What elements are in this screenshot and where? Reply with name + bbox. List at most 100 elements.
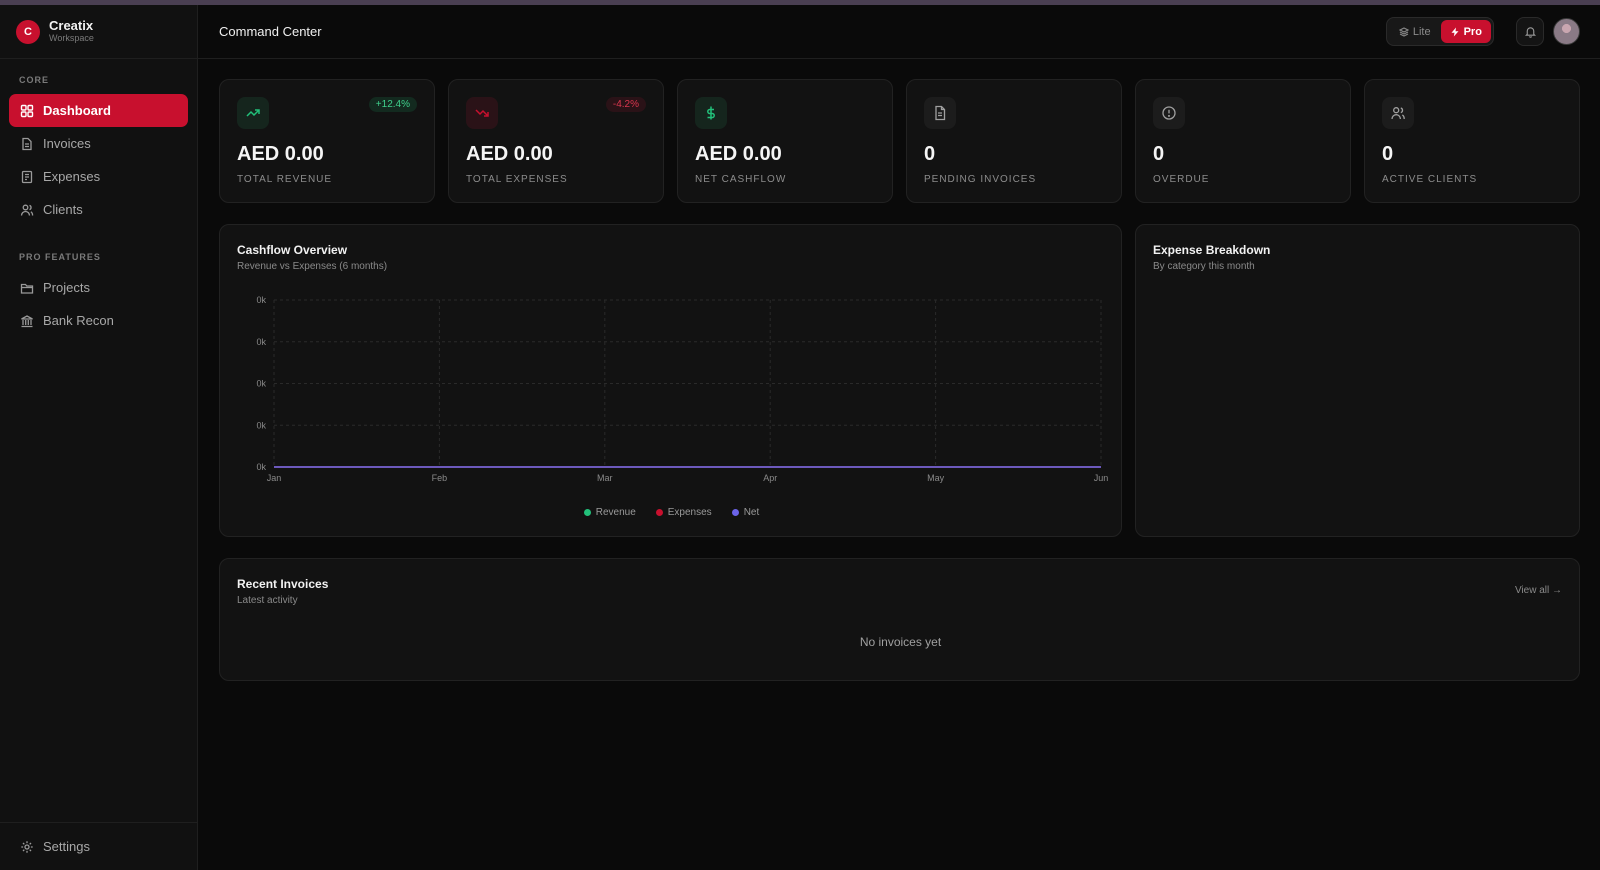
sidebar-item-settings[interactable]: Settings: [9, 830, 189, 863]
legend-label: Net: [743, 507, 760, 518]
expense-breakdown-panel: Expense Breakdown By category this month: [1135, 224, 1580, 537]
chart-legend: Revenue Expenses Net: [220, 507, 1123, 518]
page-title: Command Center: [219, 24, 322, 39]
sidebar-item-label: Clients: [43, 202, 83, 217]
sidebar-item-label: Expenses: [43, 169, 101, 184]
trending-down-icon: [466, 97, 498, 129]
legend-item-revenue[interactable]: Revenue: [583, 507, 636, 518]
brand-name: Creatix: [49, 18, 94, 33]
legend-dot: [583, 509, 591, 516]
y-tick-label: 0k: [256, 337, 266, 347]
sidebar-item-projects[interactable]: Projects: [9, 271, 188, 304]
avatar[interactable]: [1553, 18, 1580, 45]
legend-dot: [731, 509, 739, 516]
panel-subtitle: By category this month: [1153, 261, 1255, 272]
sidebar-item-label: Bank Recon: [43, 313, 114, 328]
trending-up-icon: [237, 97, 269, 129]
section-label-pro: PRO FEATURES: [19, 252, 101, 262]
legend-label: Revenue: [595, 507, 636, 518]
stat-card-total-expenses: -4.2% AED 0.00 TOTAL EXPENSES: [448, 79, 664, 203]
stat-card-net-cashflow: AED 0.00 NET CASHFLOW: [677, 79, 893, 203]
layers-icon: [1398, 26, 1409, 37]
users-icon: [1382, 97, 1414, 129]
legend-item-net[interactable]: Net: [731, 507, 760, 518]
users-icon: [20, 203, 34, 217]
brand-subtitle: Workspace: [49, 33, 94, 43]
sidebar-item-dashboard[interactable]: Dashboard: [9, 94, 188, 127]
file-icon: [924, 97, 956, 129]
panel-subtitle: Latest activity: [237, 595, 298, 606]
grid-icon: [20, 104, 34, 118]
stat-value: 0: [1382, 143, 1394, 165]
stat-card-total-revenue: +12.4% AED 0.00 TOTAL REVENUE: [219, 79, 435, 203]
x-tick-label: May: [927, 473, 945, 483]
sidebar-item-label: Settings: [43, 839, 90, 854]
stat-label: PENDING INVOICES: [924, 174, 1037, 185]
panel-title: Recent Invoices: [237, 577, 329, 591]
sidebar-item-clients[interactable]: Clients: [9, 193, 188, 226]
stat-value: AED 0.00: [466, 143, 553, 165]
brand-logo: C: [16, 19, 40, 44]
legend-item-expenses[interactable]: Expenses: [655, 507, 712, 518]
sidebar-item-label: Dashboard: [43, 103, 111, 118]
dollar-icon: [695, 97, 727, 129]
sidebar-item-label: Projects: [43, 280, 90, 295]
panel-title: Expense Breakdown: [1153, 243, 1271, 257]
bank-icon: [20, 314, 34, 328]
stat-value: AED 0.00: [695, 143, 782, 165]
sidebar: C Creatix Workspace CORE Dashboard Invoi…: [0, 5, 198, 870]
stat-card-overdue: 0 OVERDUE: [1135, 79, 1351, 203]
bell-icon: [1524, 27, 1536, 38]
cashflow-overview-panel: Cashflow Overview Revenue vs Expenses (6…: [219, 224, 1122, 537]
stat-change-badge: +12.4%: [368, 97, 417, 112]
sidebar-item-invoices[interactable]: Invoices: [9, 127, 188, 160]
sidebar-item-bank-recon[interactable]: Bank Recon: [9, 304, 188, 337]
document-icon: [20, 137, 34, 151]
x-tick-label: Mar: [597, 473, 613, 483]
stat-label: ACTIVE CLIENTS: [1382, 174, 1478, 185]
receipt-icon: [20, 170, 34, 184]
stat-value: 0: [924, 143, 936, 165]
x-tick-label: Feb: [432, 473, 448, 483]
x-tick-label: Jan: [267, 473, 282, 483]
stat-value: AED 0.00: [237, 143, 324, 165]
view-all-link[interactable]: View all →: [1515, 585, 1562, 596]
x-tick-label: Apr: [763, 473, 777, 483]
recent-invoices-panel: Recent Invoices Latest activity View all…: [219, 558, 1580, 681]
y-tick-label: 0k: [256, 462, 266, 472]
stat-label: NET CASHFLOW: [695, 174, 787, 185]
x-tick-label: Jun: [1094, 473, 1109, 483]
sidebar-item-expenses[interactable]: Expenses: [9, 160, 188, 193]
sidebar-footer: Settings: [0, 822, 198, 870]
panel-subtitle: Revenue vs Expenses (6 months): [237, 261, 388, 272]
stat-value: 0: [1153, 143, 1165, 165]
stat-label: TOTAL REVENUE: [237, 174, 333, 185]
notifications-button[interactable]: [1516, 17, 1544, 46]
legend-label: Expenses: [667, 507, 712, 518]
bolt-icon: [1451, 27, 1459, 36]
stat-label: OVERDUE: [1153, 174, 1210, 185]
stat-card-pending-invoices: 0 PENDING INVOICES: [906, 79, 1122, 203]
folder-icon: [20, 281, 34, 295]
section-label-core: CORE: [19, 75, 50, 85]
legend-dot: [655, 509, 663, 516]
mode-lite-button[interactable]: Lite: [1389, 20, 1441, 43]
cashflow-chart: 0k0k0k0k0kJan Feb Mar Apr May Jun: [256, 295, 1109, 483]
gear-icon: [20, 840, 34, 854]
y-tick-label: 0k: [256, 420, 266, 430]
stat-label: TOTAL EXPENSES: [466, 174, 568, 185]
panel-title: Cashflow Overview: [237, 243, 348, 257]
alert-circle-icon: [1153, 97, 1185, 129]
mode-pro-button[interactable]: Pro: [1440, 20, 1491, 43]
stat-card-active-clients: 0 ACTIVE CLIENTS: [1364, 79, 1580, 203]
sidebar-item-label: Invoices: [43, 136, 91, 151]
mode-toggle: Lite Pro: [1386, 17, 1494, 46]
empty-state-message: No invoices yet: [859, 635, 942, 649]
top-header: Command Center Lite Pro: [198, 5, 1600, 59]
stat-change-badge: -4.2%: [605, 97, 646, 112]
mode-lite-label: Lite: [1412, 25, 1431, 38]
y-tick-label: 0k: [256, 295, 266, 305]
brand[interactable]: C Creatix Workspace: [0, 5, 197, 59]
mode-pro-label: Pro: [1463, 25, 1482, 38]
y-tick-label: 0k: [256, 379, 266, 389]
